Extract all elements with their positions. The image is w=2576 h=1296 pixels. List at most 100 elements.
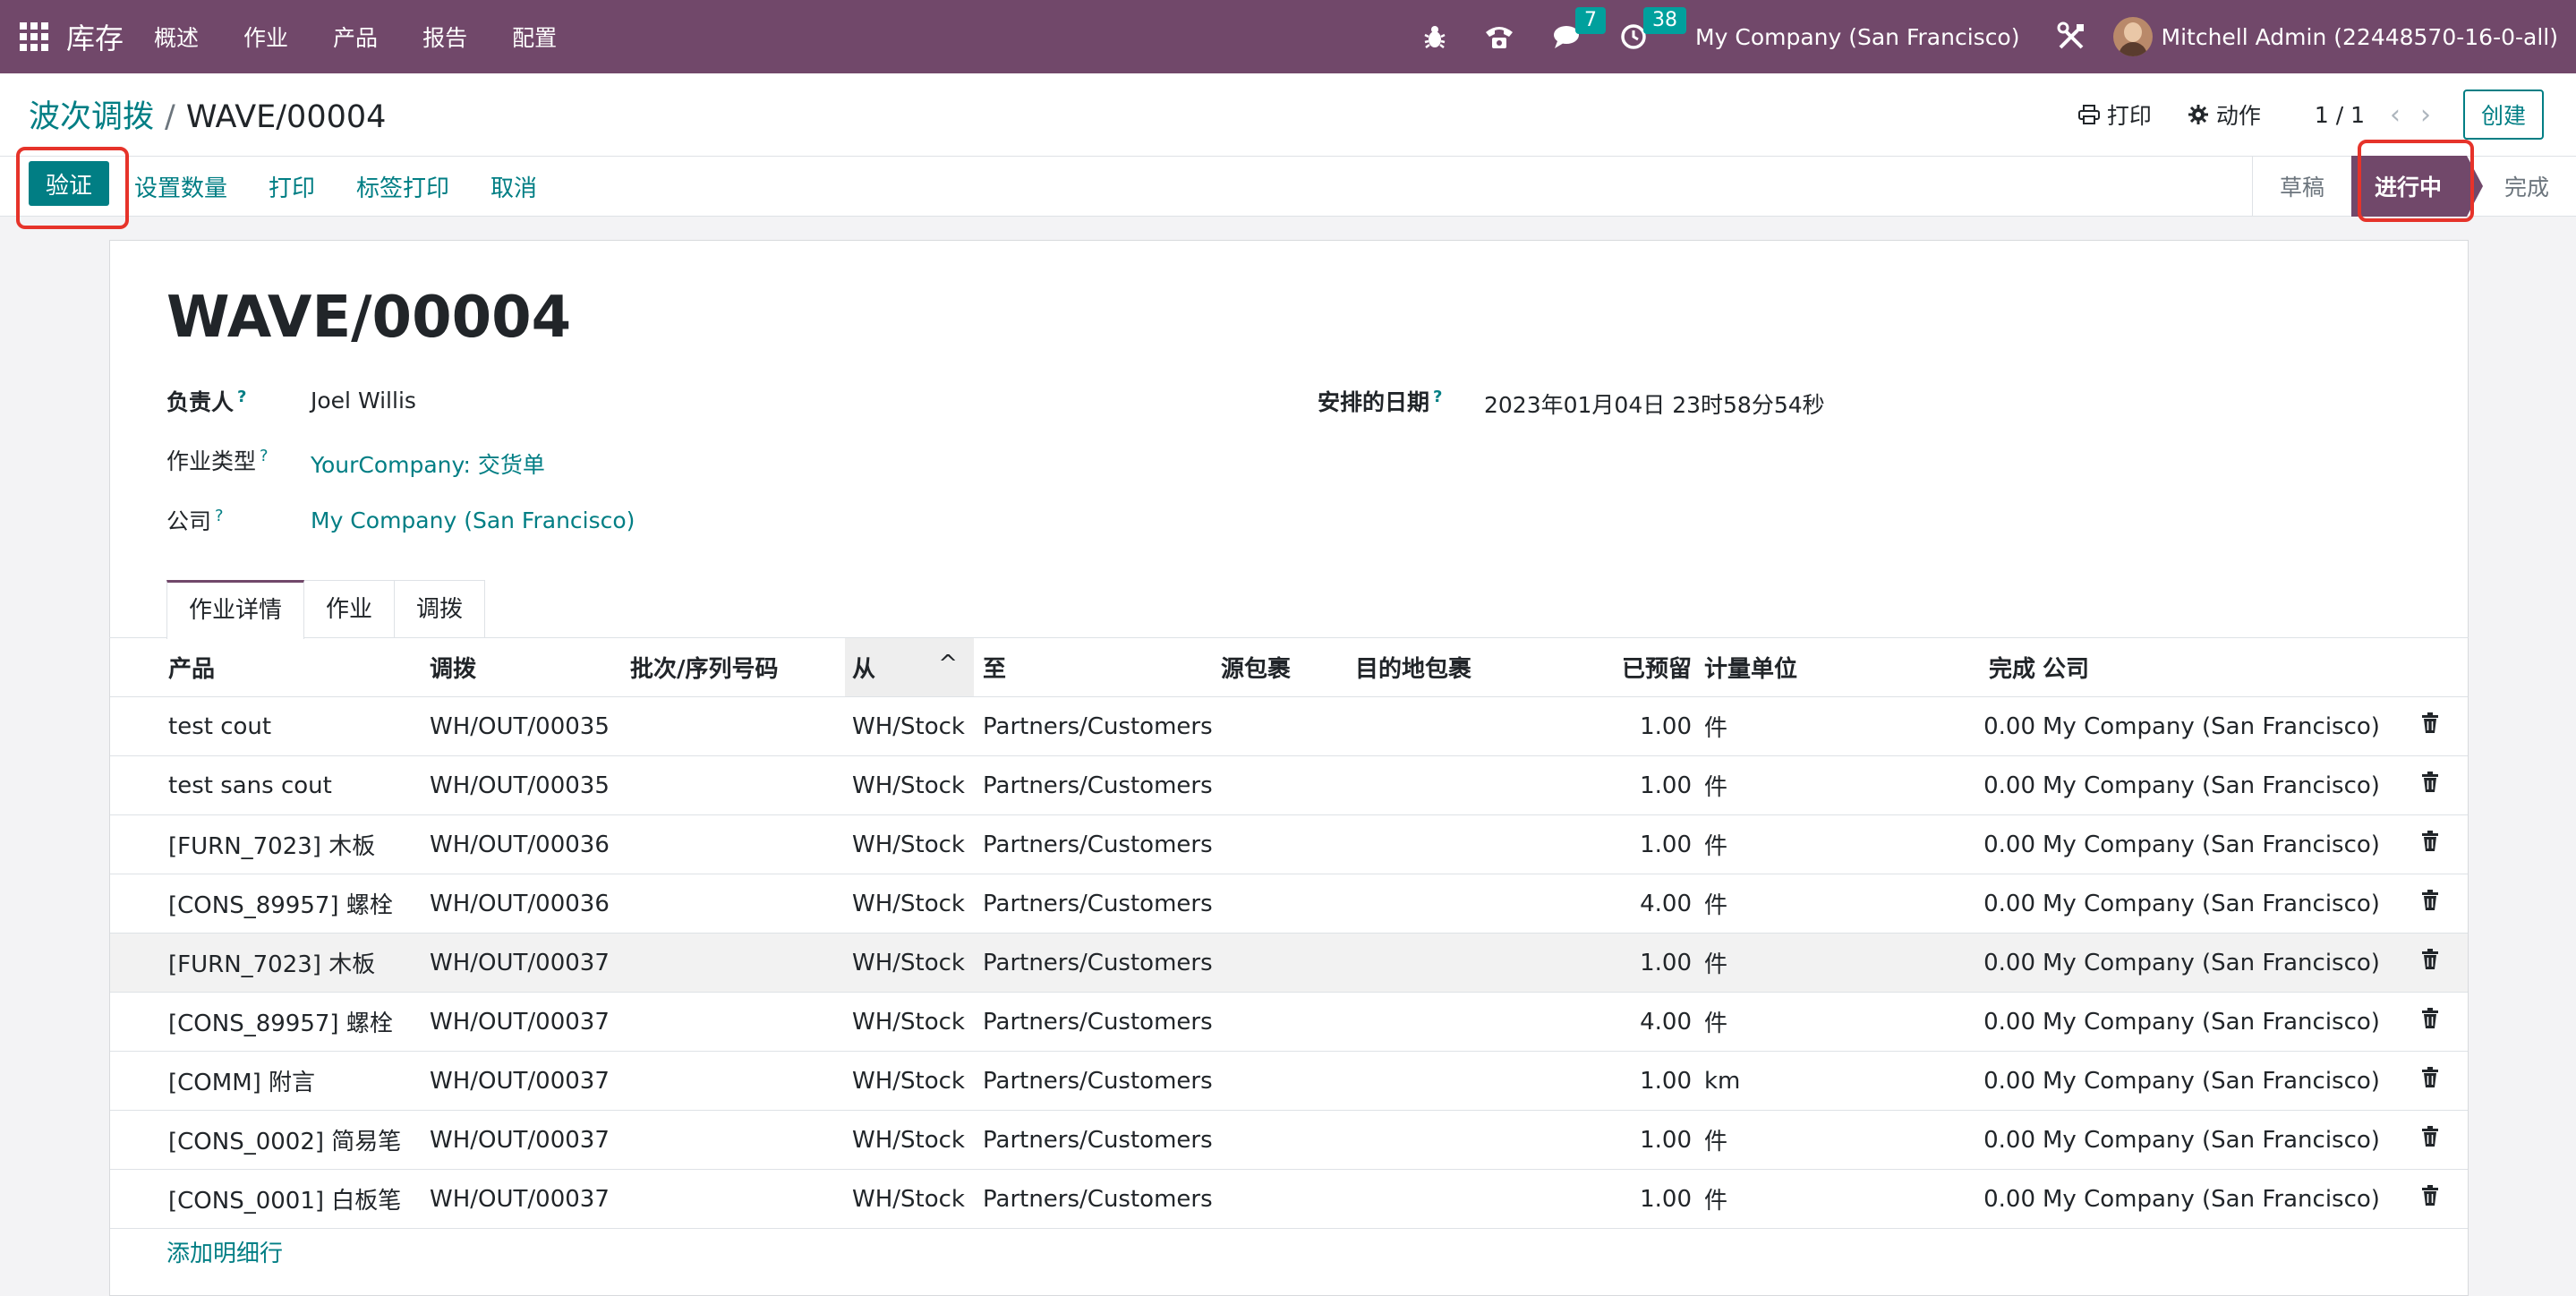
user-menu[interactable]: Mitchell Admin (22448570-16-0-all) — [2162, 24, 2559, 50]
cell-done[interactable]: 0.00 — [1973, 1051, 2043, 1111]
cell-reserved[interactable]: 1.00 — [1552, 755, 1704, 815]
cell-from[interactable]: WH/Stock — [845, 696, 974, 756]
create-button[interactable]: 创建 — [2462, 90, 2544, 140]
cell-lot[interactable] — [630, 755, 845, 815]
cell-source-package[interactable] — [1221, 933, 1355, 993]
table-row[interactable]: [FURN_7023] 木板 WH/OUT/00037 WH/Stock Partne… — [110, 933, 2468, 993]
cell-destination-package[interactable] — [1355, 814, 1552, 874]
cell-product[interactable]: test sans cout — [168, 755, 430, 815]
table-row[interactable]: test cout WH/OUT/00035 WH/Stock Partners/Cu… — [110, 696, 2468, 756]
cell-transfer[interactable]: WH/OUT/00037 — [430, 1169, 630, 1229]
app-brand[interactable]: 库存 — [66, 16, 124, 57]
menu-configuration[interactable]: 配置 — [512, 21, 557, 53]
delete-row-icon[interactable] — [2392, 755, 2468, 815]
phone-icon[interactable] — [1484, 23, 1514, 50]
cell-company[interactable]: My Company (San Francisco) — [2043, 1051, 2392, 1111]
responsible-field[interactable]: Joel Willis — [311, 388, 416, 414]
cell-done[interactable]: 0.00 — [1973, 755, 2043, 815]
cell-company[interactable]: My Company (San Francisco) — [2043, 696, 2392, 756]
cell-product[interactable]: test cout — [168, 696, 430, 756]
header-transfer[interactable]: 调拨 — [430, 638, 630, 697]
cell-reserved[interactable]: 1.00 — [1552, 696, 1704, 756]
header-source-package[interactable]: 源包裹 — [1221, 638, 1355, 697]
cell-transfer[interactable]: WH/OUT/00035 — [430, 696, 630, 756]
header-uom[interactable]: 计量单位 — [1704, 638, 1973, 697]
company-switcher[interactable]: My Company (San Francisco) — [1695, 24, 2019, 50]
scheduled-date-field[interactable]: 2023年01月04日 23时58分54秒 — [1484, 388, 1825, 420]
cell-transfer[interactable]: WH/OUT/00036 — [430, 814, 630, 874]
cell-transfer[interactable]: WH/OUT/00036 — [430, 874, 630, 934]
cell-done[interactable]: 0.00 — [1973, 992, 2043, 1052]
cell-uom[interactable]: 件 — [1704, 1110, 1973, 1170]
pager-value[interactable]: 1 / 1 — [2315, 102, 2365, 128]
cell-to[interactable]: Partners/Customers — [974, 874, 1221, 934]
cell-done[interactable]: 0.00 — [1973, 814, 2043, 874]
cell-product[interactable]: [COMM] 附言 — [168, 1051, 430, 1111]
header-reserved[interactable]: 已预留 — [1552, 638, 1704, 697]
cell-lot[interactable] — [630, 696, 845, 756]
cell-lot[interactable] — [630, 1110, 845, 1170]
cell-done[interactable]: 0.00 — [1973, 1169, 2043, 1229]
cell-uom[interactable]: 件 — [1704, 696, 1973, 756]
apps-menu-icon[interactable] — [20, 22, 48, 51]
cell-company[interactable]: My Company (San Francisco) — [2043, 1110, 2392, 1170]
cell-source-package[interactable] — [1221, 1110, 1355, 1170]
print-menu-button[interactable]: 打印 — [2077, 98, 2152, 131]
cell-company[interactable]: My Company (San Francisco) — [2043, 874, 2392, 934]
delete-row-icon[interactable] — [2392, 696, 2468, 756]
cell-to[interactable]: Partners/Customers — [974, 696, 1221, 756]
tab-operations[interactable]: 作业 — [303, 580, 396, 637]
cell-destination-package[interactable] — [1355, 1110, 1552, 1170]
cell-reserved[interactable]: 1.00 — [1552, 814, 1704, 874]
print-labels-button[interactable]: 标签打印 — [356, 170, 449, 203]
cell-uom[interactable]: 件 — [1704, 755, 1973, 815]
cell-to[interactable]: Partners/Customers — [974, 755, 1221, 815]
cell-reserved[interactable]: 1.00 — [1552, 1169, 1704, 1229]
cell-uom[interactable]: km — [1704, 1051, 1973, 1111]
stage-in-progress[interactable]: 进行中 — [2350, 156, 2484, 217]
tab-transfers[interactable]: 调拨 — [394, 580, 486, 637]
cell-product[interactable]: [FURN_7023] 木板 — [168, 814, 430, 874]
delete-row-icon[interactable] — [2392, 1051, 2468, 1111]
messages-icon[interactable]: 7 — [1552, 7, 1607, 50]
cell-source-package[interactable] — [1221, 874, 1355, 934]
cell-product[interactable]: [CONS_89957] 螺栓 — [168, 992, 430, 1052]
activities-icon[interactable]: 38 — [1620, 7, 1687, 50]
header-done[interactable]: 完成 — [1973, 638, 2043, 697]
cell-from[interactable]: WH/Stock — [845, 874, 974, 934]
cell-done[interactable]: 0.00 — [1973, 874, 2043, 934]
delete-row-icon[interactable] — [2392, 992, 2468, 1052]
cell-company[interactable]: My Company (San Francisco) — [2043, 814, 2392, 874]
cell-destination-package[interactable] — [1355, 992, 1552, 1052]
cell-company[interactable]: My Company (San Francisco) — [2043, 992, 2392, 1052]
cell-lot[interactable] — [630, 992, 845, 1052]
cell-destination-package[interactable] — [1355, 1051, 1552, 1111]
cell-transfer[interactable]: WH/OUT/00035 — [430, 755, 630, 815]
cell-lot[interactable] — [630, 1051, 845, 1111]
cell-product[interactable]: [FURN_7023] 木板 — [168, 933, 430, 993]
cell-transfer[interactable]: WH/OUT/00037 — [430, 1051, 630, 1111]
header-company[interactable]: 公司 — [2043, 638, 2392, 697]
cell-from[interactable]: WH/Stock — [845, 1051, 974, 1111]
cell-source-package[interactable] — [1221, 755, 1355, 815]
menu-reporting[interactable]: 报告 — [422, 21, 467, 53]
header-destination-package[interactable]: 目的地包裹 — [1355, 638, 1552, 697]
cell-from[interactable]: WH/Stock — [845, 1169, 974, 1229]
delete-row-icon[interactable] — [2392, 933, 2468, 993]
breadcrumb-parent[interactable]: 波次调拨 — [29, 99, 154, 135]
delete-row-icon[interactable] — [2392, 1110, 2468, 1170]
validate-button[interactable]: 验证 — [29, 161, 109, 206]
cell-from[interactable]: WH/Stock — [845, 814, 974, 874]
table-row[interactable]: [COMM] 附言 WH/OUT/00037 WH/Stock Partners/Cu… — [110, 1051, 2468, 1111]
menu-products[interactable]: 产品 — [333, 21, 378, 53]
cell-transfer[interactable]: WH/OUT/00037 — [430, 1110, 630, 1170]
cell-company[interactable]: My Company (San Francisco) — [2043, 933, 2392, 993]
print-button[interactable]: 打印 — [269, 170, 315, 203]
table-row[interactable]: test sans cout WH/OUT/00035 WH/Stock Partne… — [110, 755, 2468, 815]
add-line-link[interactable]: 添加明细行 — [166, 1235, 283, 1268]
delete-row-icon[interactable] — [2392, 874, 2468, 934]
cell-company[interactable]: My Company (San Francisco) — [2043, 755, 2392, 815]
cell-to[interactable]: Partners/Customers — [974, 814, 1221, 874]
cell-source-package[interactable] — [1221, 992, 1355, 1052]
cell-from[interactable]: WH/Stock — [845, 1110, 974, 1170]
